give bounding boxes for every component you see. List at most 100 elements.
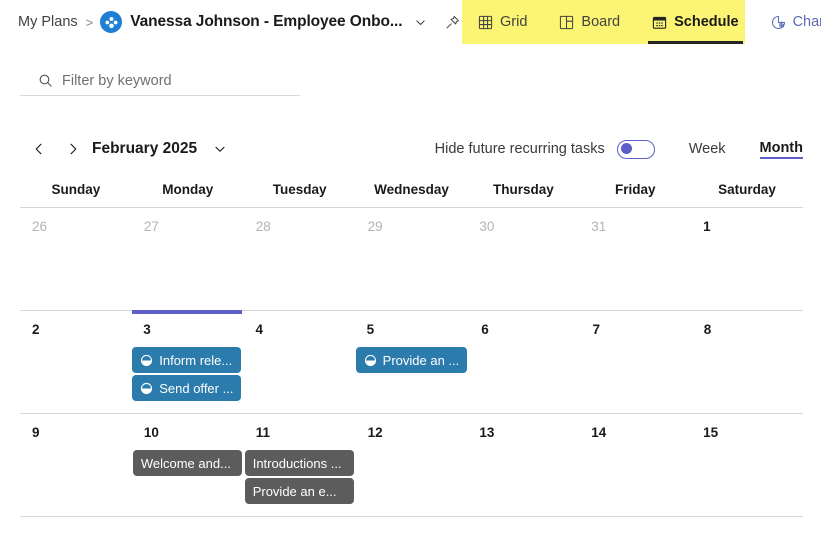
board-icon bbox=[559, 15, 574, 30]
task-pill-label: Provide an e... bbox=[252, 483, 337, 499]
calendar-day-tasks: Introductions ... Provide an e... bbox=[244, 450, 356, 504]
calendar-day-number: 14 bbox=[591, 425, 607, 440]
calendar-day-number: 8 bbox=[703, 322, 712, 337]
calendar-day-cell[interactable]: 29 bbox=[356, 208, 468, 310]
calendar-day-number: 5 bbox=[366, 322, 375, 337]
tab-board[interactable]: Board bbox=[543, 0, 636, 44]
calendar-day-cell[interactable]: 11 Introductions ... Provide an e... bbox=[244, 414, 356, 516]
calendar-week-row: 2 3 Inform rele... Send offer ... 4 5 Provide … bbox=[20, 310, 803, 414]
calendar-week-row: 26 27 28 29 30 31 1 bbox=[20, 208, 803, 311]
calendar-day-cell[interactable]: 8 bbox=[692, 311, 803, 413]
calendar-day-cell[interactable]: 28 bbox=[244, 208, 356, 310]
dow-monday: Monday bbox=[162, 182, 214, 197]
calendar-day-cell[interactable]: 12 bbox=[356, 414, 468, 516]
breadcrumb: My Plans > Vanessa Johnson - Employee On… bbox=[0, 0, 460, 44]
calendar-day-cell[interactable]: 3 Inform rele... Send offer ... bbox=[131, 310, 243, 413]
calendar-day-cell[interactable]: 4 bbox=[243, 311, 354, 413]
calendar-day-cell[interactable]: 15 bbox=[691, 414, 803, 516]
page-title: Vanessa Johnson - Employee Onbo... bbox=[130, 13, 403, 30]
chevron-down-icon[interactable] bbox=[414, 16, 427, 29]
tab-charts-label: Charts bbox=[792, 14, 821, 30]
chevron-down-icon[interactable] bbox=[213, 142, 227, 156]
tab-charts[interactable]: Charts bbox=[755, 0, 821, 44]
half-progress-icon bbox=[140, 382, 153, 395]
planner-app-icon bbox=[100, 11, 123, 33]
pin-icon[interactable] bbox=[445, 15, 460, 30]
dow-thursday: Thursday bbox=[492, 182, 554, 197]
view-week-button[interactable]: Week bbox=[689, 141, 726, 157]
task-pill-label: Inform rele... bbox=[159, 352, 233, 368]
month-label: February 2025 bbox=[92, 140, 198, 157]
calendar-day-cell[interactable]: 6 bbox=[469, 311, 580, 413]
calendar-day-number: 10 bbox=[143, 425, 159, 440]
calendar-day-cell[interactable]: 2 bbox=[20, 311, 131, 413]
calendar-day-number: 13 bbox=[479, 425, 495, 440]
calendar-day-number: 7 bbox=[592, 322, 601, 337]
task-pill-label: Provide an ... bbox=[382, 352, 460, 368]
dow-tuesday: Tuesday bbox=[272, 182, 327, 197]
view-month-button[interactable]: Month bbox=[759, 140, 803, 159]
task-pill[interactable]: Welcome and... bbox=[132, 450, 242, 476]
calendar-day-tasks: Welcome and... bbox=[132, 450, 244, 476]
calendar-day-number: 9 bbox=[32, 425, 40, 440]
calendar-day-cell[interactable]: 7 bbox=[581, 311, 692, 413]
dow-friday: Friday bbox=[614, 182, 656, 197]
view-tabstrip: Grid Board Schedule Cha bbox=[462, 0, 821, 44]
task-pill-label: Welcome and... bbox=[140, 455, 231, 471]
previous-month-button[interactable] bbox=[26, 136, 52, 162]
calendar-day-cell[interactable]: 10 Welcome and... bbox=[132, 414, 244, 516]
task-pill[interactable]: Inform rele... bbox=[132, 347, 242, 373]
hide-recurring-toggle[interactable] bbox=[616, 139, 655, 159]
hide-recurring-label: Hide future recurring tasks bbox=[434, 141, 605, 157]
calendar-day-cell[interactable]: 13 bbox=[467, 414, 579, 516]
half-progress-icon bbox=[140, 354, 153, 367]
calendar-day-cell[interactable]: 5 Provide an ... bbox=[355, 311, 470, 413]
calendar-day-cell[interactable]: 9 bbox=[20, 414, 132, 516]
calendar-day-number: 12 bbox=[367, 425, 383, 440]
tab-schedule[interactable]: Schedule bbox=[636, 0, 754, 44]
chart-icon bbox=[771, 15, 786, 30]
calendar-day-number: 31 bbox=[591, 219, 607, 234]
calendar-day-cell[interactable]: 30 bbox=[467, 208, 579, 310]
calendar-day-number: 3 bbox=[143, 322, 151, 337]
search-input[interactable] bbox=[62, 66, 300, 95]
dow-saturday: Saturday bbox=[718, 182, 776, 197]
calendar-day-number: 26 bbox=[32, 219, 48, 234]
next-month-button[interactable] bbox=[60, 136, 86, 162]
calendar-day-number: 29 bbox=[367, 219, 383, 234]
calendar-day-number: 11 bbox=[255, 425, 270, 440]
calendar-toolbar: February 2025 Hide future recurring task… bbox=[0, 132, 821, 166]
calendar-day-cell[interactable]: 27 bbox=[132, 208, 244, 310]
calendar-day-number: 4 bbox=[255, 322, 263, 337]
toggle-knob bbox=[620, 143, 632, 154]
day-of-week-header: Sunday Monday Tuesday Wednesday Thursday… bbox=[20, 178, 803, 208]
dow-sunday: Sunday bbox=[51, 182, 101, 197]
calendar-day-cell[interactable]: 31 bbox=[579, 208, 691, 310]
app-header: My Plans > Vanessa Johnson - Employee On… bbox=[0, 0, 821, 44]
calendar-day-number: 1 bbox=[703, 219, 711, 234]
task-pill[interactable]: Provide an e... bbox=[244, 478, 354, 504]
grid-icon bbox=[478, 15, 493, 30]
half-progress-icon bbox=[364, 354, 377, 367]
task-pill[interactable]: Provide an ... bbox=[355, 347, 468, 373]
calendar-day-cell[interactable]: 1 bbox=[691, 208, 803, 310]
breadcrumb-my-plans[interactable]: My Plans bbox=[18, 14, 78, 30]
task-pill[interactable]: Send offer ... bbox=[132, 375, 242, 401]
calendar-week-row: 9 10 Welcome and... 11 Introductions ... Prov… bbox=[20, 414, 803, 517]
calendar-day-tasks: Inform rele... Send offer ... bbox=[131, 347, 243, 401]
calendar-icon bbox=[652, 15, 667, 30]
calendar-day-cell[interactable]: 26 bbox=[20, 208, 132, 310]
search-icon bbox=[20, 73, 53, 88]
task-pill[interactable]: Introductions ... bbox=[244, 450, 354, 476]
tab-board-label: Board bbox=[581, 14, 621, 30]
calendar-day-number: 15 bbox=[703, 425, 719, 440]
task-pill-label: Send offer ... bbox=[159, 380, 234, 396]
calendar-weeks: 26 27 28 29 30 31 1 2 3 Inform rele... Send offer … bbox=[20, 208, 803, 517]
calendar-day-cell[interactable]: 14 bbox=[579, 414, 691, 516]
dow-wednesday: Wednesday bbox=[374, 182, 449, 197]
tab-grid[interactable]: Grid bbox=[462, 0, 543, 44]
tab-grid-label: Grid bbox=[500, 14, 528, 30]
tab-schedule-label: Schedule bbox=[674, 14, 739, 30]
calendar-toolbar-right: Hide future recurring tasks Week Month bbox=[434, 139, 803, 159]
calendar-day-tasks: Provide an ... bbox=[355, 347, 470, 373]
